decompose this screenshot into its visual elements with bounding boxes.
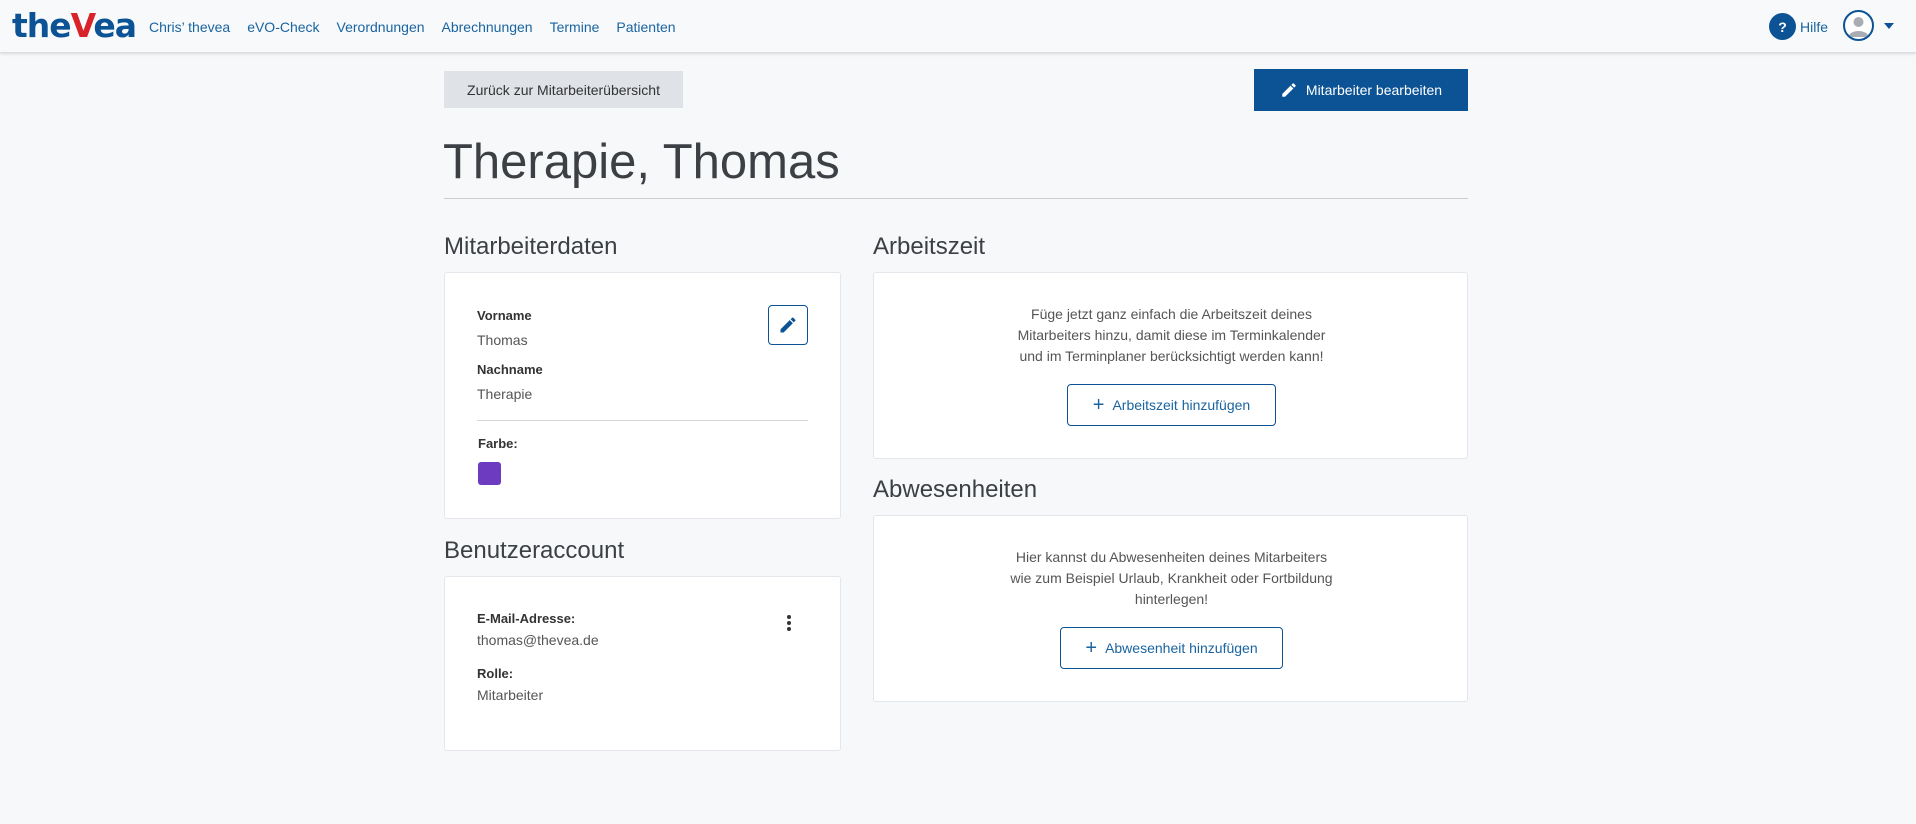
edit-employee-button[interactable]: Mitarbeiter bearbeiten xyxy=(1254,69,1468,111)
plus-icon: + xyxy=(1085,637,1098,659)
add-working-time-label: Arbeitszeit hinzufügen xyxy=(1112,397,1251,413)
main-nav: Chris’ thevea eVO-Check Verordnungen Abr… xyxy=(149,0,693,53)
title-divider xyxy=(444,198,1468,199)
thevea-logo[interactable]: theVea xyxy=(12,6,137,46)
lastname-label: Nachname xyxy=(477,362,543,377)
role-value: Mitarbeiter xyxy=(477,687,544,703)
edit-employee-label: Mitarbeiter bearbeiten xyxy=(1305,82,1443,98)
employee-data-title: Mitarbeiterdaten xyxy=(444,233,618,260)
nav-item-evo-check[interactable]: eVO-Check xyxy=(247,19,319,35)
user-menu[interactable] xyxy=(1843,10,1894,41)
nav-item-verordnungen[interactable]: Verordnungen xyxy=(337,19,425,35)
user-account-card: E-Mail-Adresse: thomas@thevea.de Rolle: … xyxy=(444,576,841,751)
email-value: thomas@thevea.de xyxy=(477,632,599,648)
edit-employee-data-button[interactable] xyxy=(768,305,808,345)
color-swatch xyxy=(478,462,501,485)
add-absence-label: Abwesenheit hinzufügen xyxy=(1105,640,1258,656)
role-label: Rolle: xyxy=(477,666,514,681)
nav-item-chris-thevea[interactable]: Chris’ thevea xyxy=(149,19,230,35)
firstname-label: Vorname xyxy=(477,308,532,323)
chevron-down-icon xyxy=(1884,22,1894,29)
absences-empty-text: Hier kannst du Abwesenheiten deines Mita… xyxy=(1010,549,1333,607)
help-icon: ? xyxy=(1769,13,1796,40)
absences-title: Abwesenheiten xyxy=(873,476,1038,503)
page-title: Therapie, Thomas xyxy=(443,135,840,189)
help-label: Hilfe xyxy=(1800,18,1829,35)
more-options-icon[interactable] xyxy=(779,611,799,635)
nav-item-patienten[interactable]: Patienten xyxy=(616,19,675,35)
pencil-icon xyxy=(1282,83,1296,97)
pencil-icon xyxy=(780,317,796,333)
nav-item-abrechnungen[interactable]: Abrechnungen xyxy=(442,19,533,35)
working-time-card: Füge jetzt ganz einfach die Arbeitszeit … xyxy=(873,272,1468,459)
avatar xyxy=(1843,10,1874,41)
add-absence-button[interactable]: + Abwesenheit hinzufügen xyxy=(1060,627,1283,669)
employee-data-card: Vorname Thomas Nachname Therapie Farbe: xyxy=(444,272,841,519)
user-account-title: Benutzeraccount xyxy=(444,537,625,564)
working-time-empty-text: Füge jetzt ganz einfach die Arbeitszeit … xyxy=(1017,306,1326,364)
firstname-value: Thomas xyxy=(477,332,528,348)
lastname-value: Therapie xyxy=(477,386,533,402)
color-label: Farbe: xyxy=(478,436,518,451)
working-time-title: Arbeitszeit xyxy=(873,233,986,260)
email-label: E-Mail-Adresse: xyxy=(477,611,576,626)
plus-icon: + xyxy=(1092,394,1105,416)
back-to-employees-button[interactable]: Zurück zur Mitarbeiterübersicht xyxy=(444,71,683,108)
absences-card: Hier kannst du Abwesenheiten deines Mita… xyxy=(873,515,1468,702)
add-working-time-button[interactable]: + Arbeitszeit hinzufügen xyxy=(1067,384,1276,426)
help-link[interactable]: ? Hilfe xyxy=(1769,13,1828,40)
nav-item-termine[interactable]: Termine xyxy=(550,19,600,35)
divider xyxy=(477,420,808,421)
top-navigation-bar: theVea Chris’ thevea eVO-Check Verordnun… xyxy=(0,0,1916,53)
